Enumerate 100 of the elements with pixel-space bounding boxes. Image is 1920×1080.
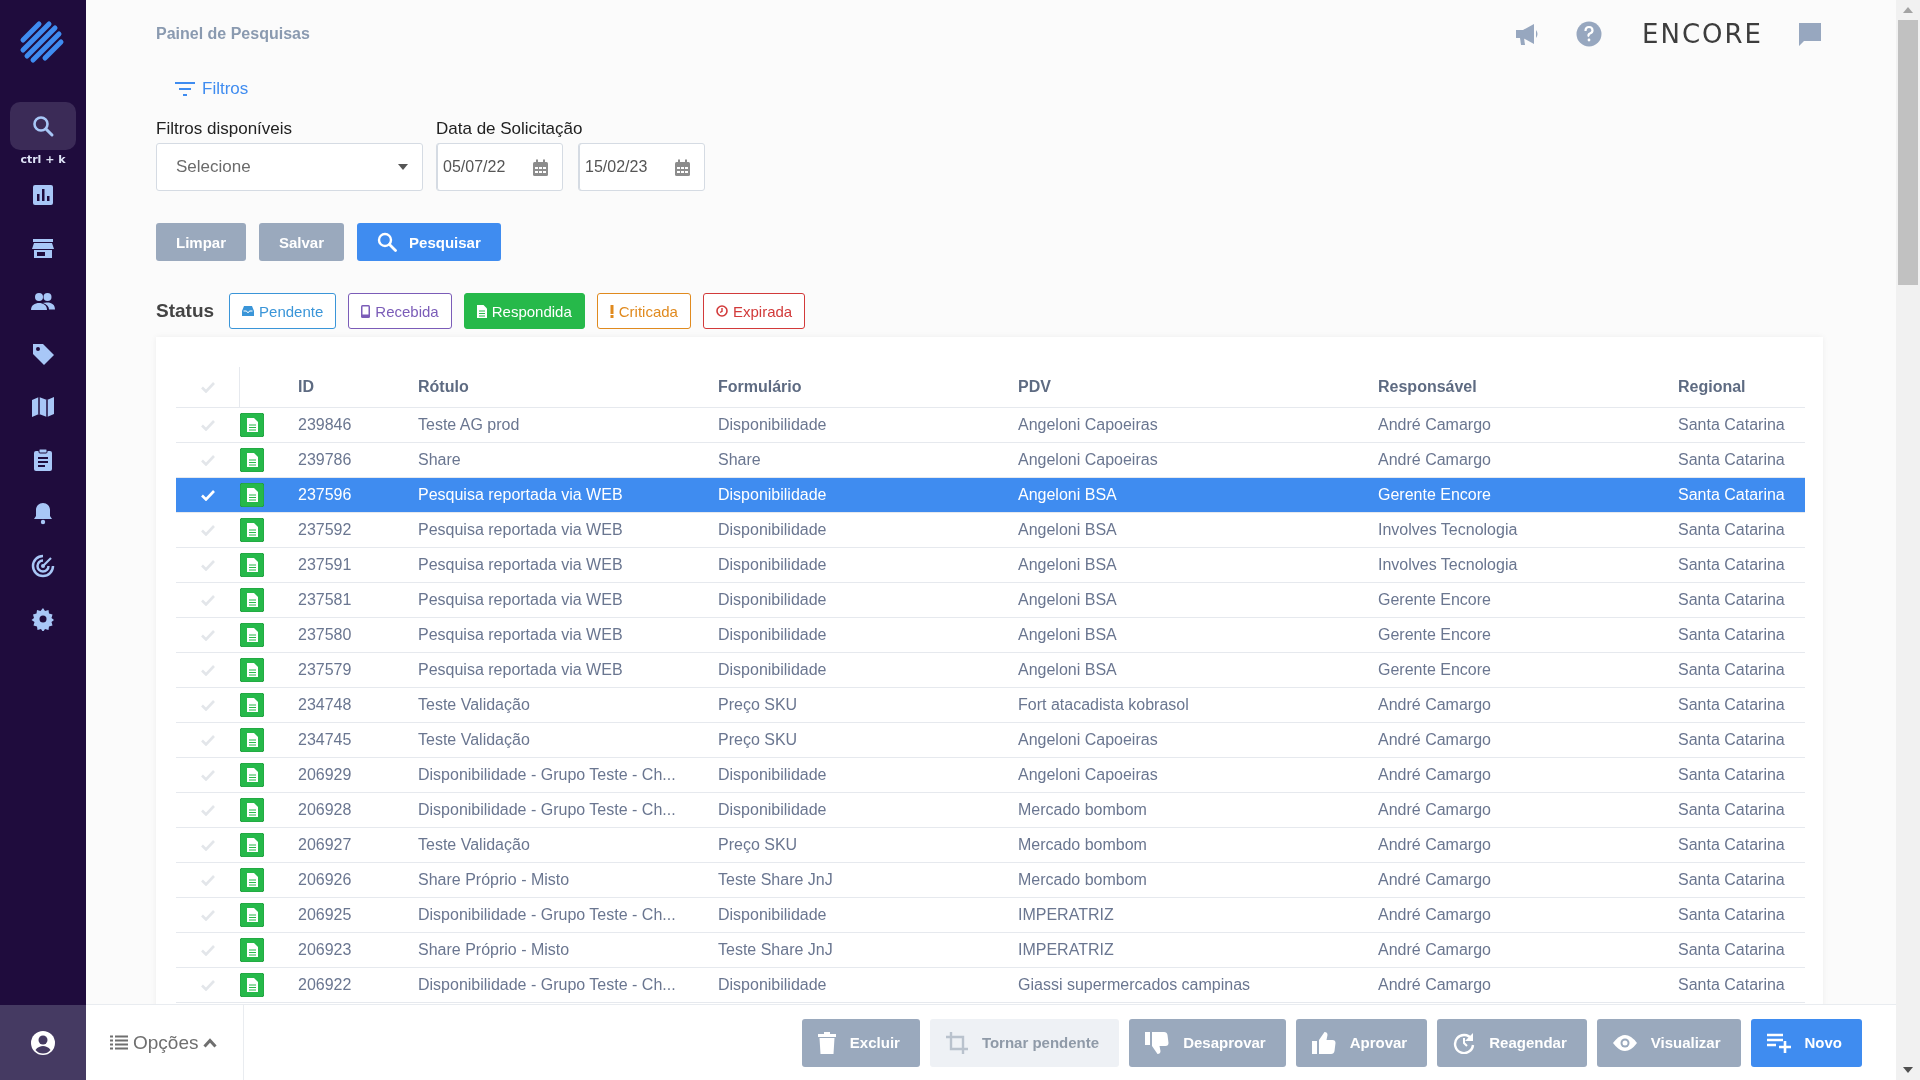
document-status-icon	[240, 518, 264, 542]
status-filter-chip[interactable]: Recebida	[348, 293, 452, 329]
calendar-icon[interactable]	[674, 159, 691, 177]
table-cell-text: 237581	[298, 591, 353, 609]
table-cell-text: IMPERATRIZ	[1018, 941, 1115, 959]
table-cell-text: Giassi supermercados campinas	[1018, 976, 1252, 994]
start-date-field[interactable]: 05/07/22	[437, 143, 563, 191]
table-cell-text: Fort atacadista kobrasol	[1018, 696, 1190, 714]
table-cell-text: Angeloni BSA	[1018, 591, 1118, 609]
row-checkbox[interactable]	[201, 804, 215, 816]
scroll-down-icon[interactable]	[1903, 1067, 1913, 1073]
list-add-action-button[interactable]: Novo	[1750, 1018, 1862, 1067]
calendar-icon[interactable]	[532, 159, 549, 177]
table-row[interactable]: 206927 Teste Validação Preço SKU Mercado bombom André Camargo Santa Catarina	[176, 828, 1805, 863]
chat-icon[interactable]	[1797, 21, 1823, 47]
column-header[interactable]: Formulário	[718, 378, 1018, 396]
end-date-field[interactable]: 15/02/23	[579, 143, 705, 191]
status-filter-chip[interactable]: Pendente	[229, 293, 337, 329]
document-status-icon	[240, 553, 264, 577]
row-checkbox[interactable]	[201, 524, 215, 536]
document-icon	[476, 304, 487, 318]
table-cell-text: 234748	[298, 696, 353, 714]
table-row[interactable]: 237596 Pesquisa reportada via WEB Disponibilidade Angeloni BSA Gerente Encore Santa Catarina	[176, 478, 1805, 513]
table-row[interactable]: 237592 Pesquisa reportada via WEB Disponibilidade Angeloni BSA Involves Tecnologia Santa Catarina	[176, 513, 1805, 548]
status-filter-chip[interactable]: Criticada	[596, 293, 691, 329]
row-checkbox[interactable]	[201, 769, 215, 781]
table-row[interactable]: 237581 Pesquisa reportada via WEB Disponibilidade Angeloni BSA Gerente Encore Santa Catarina	[176, 583, 1805, 618]
table-cell-text: Disponibilidade - Grupo Teste - Ch...	[418, 766, 677, 784]
help-icon[interactable]	[1576, 21, 1602, 47]
document-status-icon	[240, 448, 264, 472]
filter-select[interactable]: Selecione	[156, 143, 423, 191]
row-checkbox[interactable]	[201, 629, 215, 641]
search-icon	[377, 232, 398, 252]
row-checkbox[interactable]	[201, 419, 215, 431]
row-checkbox[interactable]	[201, 664, 215, 676]
table-cell-text: Pesquisa reportada via WEB	[418, 661, 624, 679]
row-checkbox[interactable]	[201, 979, 215, 991]
document-status-icon	[240, 868, 264, 892]
table-cell-text: Disponibilidade	[718, 591, 828, 609]
table-cell-text: 237580	[298, 626, 353, 644]
table-cell-text: 206922	[298, 976, 353, 994]
table-row[interactable]: 206929 Disponibilidade - Grupo Teste - Ch... Disponibilidade Angeloni Capoeiras André Camargo Santa Catarina	[176, 758, 1805, 793]
column-header[interactable]: PDV	[1018, 378, 1378, 396]
search-nav-button[interactable]	[10, 102, 76, 150]
table-row[interactable]: 237579 Pesquisa reportada via WEB Disponibilidade Angeloni BSA Gerente Encore Santa Catarina	[176, 653, 1805, 688]
column-header[interactable]: Regional	[1678, 378, 1805, 396]
table-row[interactable]: 234745 Teste Validação Preço SKU Angeloni Capoeiras André Camargo Santa Catarina	[176, 723, 1805, 758]
options-toggle[interactable]: Opções	[110, 1031, 218, 1054]
status-filter-chip[interactable]: Respondida	[463, 293, 585, 329]
eye-icon	[1612, 1034, 1637, 1051]
status-filter-chip[interactable]: Expirada	[702, 293, 806, 329]
table-row[interactable]: 206926 Share Próprio - Misto Teste Share JnJ Mercado bombom André Camargo Santa Catarina	[176, 863, 1805, 898]
table-row[interactable]: 237580 Pesquisa reportada via WEB Disponibilidade Angeloni BSA Gerente Encore Santa Catarina	[176, 618, 1805, 653]
table-cell-text: Santa Catarina	[1678, 836, 1786, 854]
column-header[interactable]: ID	[298, 378, 418, 396]
table-row[interactable]: 206925 Disponibilidade - Grupo Teste - Ch... Disponibilidade IMPERATRIZ André Camargo Santa Catarina	[176, 898, 1805, 933]
document-status-icon	[240, 693, 264, 717]
search-button[interactable]: Pesquisar	[357, 223, 501, 261]
table-cell-text: Preço SKU	[718, 696, 799, 714]
table-cell-text: André Camargo	[1378, 451, 1492, 469]
row-checkbox[interactable]	[201, 454, 215, 466]
table-cell-text: Santa Catarina	[1678, 696, 1786, 714]
row-checkbox[interactable]	[201, 559, 215, 571]
table-cell-text: 206928	[298, 801, 353, 819]
filters-toggle[interactable]: Filtros	[174, 79, 249, 99]
table-cell-text: Involves Tecnologia	[1378, 556, 1519, 574]
row-checkbox[interactable]	[201, 594, 215, 606]
column-header[interactable]: Rótulo	[418, 378, 718, 396]
table-cell-text: Preço SKU	[718, 836, 799, 854]
scroll-up-icon[interactable]	[1903, 7, 1913, 13]
table-cell-text: 239846	[298, 416, 353, 434]
row-checkbox[interactable]	[201, 699, 215, 711]
row-checkbox[interactable]	[201, 734, 215, 746]
table-cell-text: 206923	[298, 941, 353, 959]
column-header[interactable]: Responsável	[1378, 378, 1678, 396]
row-checkbox[interactable]	[201, 909, 215, 921]
phone-icon	[361, 304, 371, 318]
table-row[interactable]: 206922 Disponibilidade - Grupo Teste - Ch... Disponibilidade Giassi supermercados campinas André Camargo Santa Catarina	[176, 968, 1805, 1003]
row-checkbox[interactable]	[201, 944, 215, 956]
table-cell-text: Disponibilidade - Grupo Teste - Ch...	[418, 976, 677, 994]
table-cell-text: Santa Catarina	[1678, 941, 1786, 959]
exclamation-icon	[609, 304, 614, 318]
table-cell-text: Santa Catarina	[1678, 661, 1786, 679]
table-cell-text: Teste Validação	[418, 836, 531, 854]
thumbs-up-icon	[1311, 1031, 1336, 1054]
table-cell-text: 206926	[298, 871, 353, 889]
table-row[interactable]: 206923 Share Próprio - Misto Teste Share JnJ IMPERATRIZ André Camargo Santa Catarina	[176, 933, 1805, 968]
select-all-checkbox[interactable]	[200, 381, 215, 393]
table-row[interactable]: 237591 Pesquisa reportada via WEB Disponibilidade Angeloni BSA Involves Tecnologia Santa Catarina	[176, 548, 1805, 583]
row-checkbox[interactable]	[201, 874, 215, 886]
table-cell-text: Preço SKU	[718, 731, 799, 749]
table-row[interactable]: 234748 Teste Validação Preço SKU Fort atacadista kobrasol André Camargo Santa Catarina	[176, 688, 1805, 723]
user-avatar-icon[interactable]	[30, 1029, 56, 1056]
document-status-icon	[240, 938, 264, 962]
table-row[interactable]: 206928 Disponibilidade - Grupo Teste - Ch... Disponibilidade Mercado bombom André Camargo Santa Catarina	[176, 793, 1805, 828]
table-cell-text: Disponibilidade - Grupo Teste - Ch...	[418, 906, 677, 924]
table-row[interactable]: 239846 Teste AG prod Disponibilidade Angeloni Capoeiras André Camargo Santa Catarina	[176, 408, 1805, 443]
row-checkbox[interactable]	[201, 839, 215, 851]
scrollbar-thumb[interactable]	[1898, 20, 1918, 285]
table-cell-text: Share	[418, 451, 462, 469]
